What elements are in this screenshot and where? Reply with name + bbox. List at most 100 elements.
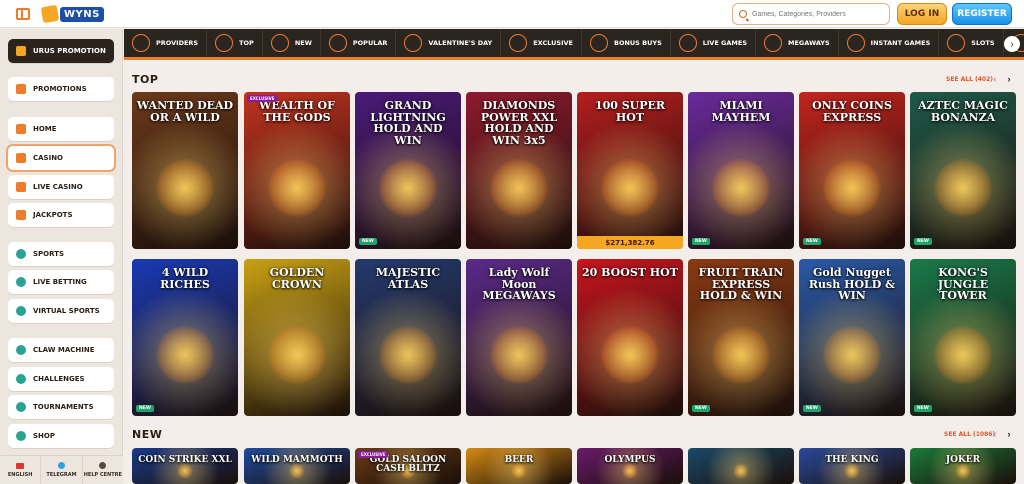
sidebar-item-virtual-sports[interactable]: VIRTUAL SPORTS bbox=[8, 299, 114, 323]
sidebar-item-casino[interactable]: CASINO bbox=[8, 146, 114, 170]
tab-label: INSTANT GAMES bbox=[870, 39, 931, 47]
game-tile[interactable]: WILD MAMMOTH bbox=[244, 448, 350, 484]
sidebar-item-claw-machine[interactable]: CLAW MACHINE bbox=[8, 338, 114, 362]
search-box[interactable] bbox=[732, 3, 890, 25]
game-title: WANTED DEAD OR A WILD bbox=[136, 99, 234, 124]
language-selector[interactable]: ENGLISH bbox=[0, 456, 42, 484]
chevron-right-icon[interactable]: › bbox=[1004, 36, 1020, 52]
telegram-icon bbox=[57, 462, 65, 469]
game-tile[interactable]: WANTED DEAD OR A WILD bbox=[132, 92, 238, 249]
sidebar-toggle-icon[interactable] bbox=[16, 8, 30, 20]
tab-label: NEW bbox=[294, 39, 312, 47]
game-artwork bbox=[711, 157, 771, 218]
game-tile[interactable]: GRAND LIGHTNING HOLD AND WIN NEW bbox=[355, 92, 461, 249]
sidebar-item-sports[interactable]: SPORTS bbox=[8, 242, 114, 266]
car-icon bbox=[16, 46, 26, 56]
logo-text: WYNS bbox=[60, 6, 104, 22]
challenge-icon bbox=[16, 374, 26, 384]
tab-bonus-buys[interactable]: BONUS BUYS bbox=[582, 29, 671, 57]
game-artwork bbox=[267, 324, 327, 385]
game-tile[interactable]: MIAMI MAYHEM NEW bbox=[688, 92, 794, 249]
sidebar-item-label: SPORTS bbox=[33, 250, 65, 258]
tab-exclusive[interactable]: EXCLUSIVE bbox=[501, 29, 582, 57]
help-label: HELP CENTRE bbox=[83, 472, 122, 478]
game-artwork bbox=[933, 324, 993, 385]
game-tile[interactable]: Lady Wolf Moon MEGAWAYS bbox=[466, 259, 572, 416]
telegram-link[interactable]: TELEGRAM bbox=[41, 456, 83, 484]
game-tile[interactable]: OLYMPUS bbox=[577, 448, 683, 484]
tab-instant-games[interactable]: INSTANT GAMES bbox=[839, 29, 940, 57]
game-tile[interactable]: 20 BOOST HOT bbox=[577, 259, 683, 416]
search-icon bbox=[739, 10, 747, 18]
game-tile[interactable]: AZTEC MAGIC BONANZA NEW bbox=[910, 92, 1016, 249]
game-tile[interactable]: DIAMONDS POWER XXL HOLD AND WIN 3x5 bbox=[466, 92, 572, 249]
game-title: WEALTH OF THE GODS bbox=[259, 99, 335, 124]
tab-providers[interactable]: PROVIDERS bbox=[124, 29, 208, 57]
game-tile[interactable]: GOLD SALOON CASH BLITZ EXCLUSIVE bbox=[355, 448, 461, 484]
chevron-right-icon[interactable]: › bbox=[1003, 428, 1015, 440]
game-artwork bbox=[711, 324, 771, 385]
sidebar-item-urus-promotion[interactable]: URUS PROMOTION bbox=[8, 39, 114, 63]
game-tile[interactable] bbox=[688, 448, 794, 484]
language-label: ENGLISH bbox=[7, 471, 33, 478]
sidebar-item-home[interactable]: HOME bbox=[8, 117, 114, 141]
game-artwork bbox=[288, 463, 306, 480]
sidebar-item-label: CLAW MACHINE bbox=[33, 346, 95, 354]
gamepad-icon bbox=[846, 34, 865, 52]
tab-top[interactable]: TOP bbox=[207, 29, 263, 57]
game-title: WILD MAMMOTH bbox=[251, 455, 343, 465]
sidebar-item-promotions[interactable]: PROMOTIONS bbox=[8, 77, 114, 101]
game-title: THE KING bbox=[825, 455, 879, 465]
chevron-left-icon[interactable]: ‹ bbox=[989, 428, 1001, 440]
sidebar-item-shop[interactable]: SHOP bbox=[8, 424, 114, 448]
help-centre-link[interactable]: HELP CENTRE bbox=[83, 456, 123, 484]
register-button[interactable]: REGISTER bbox=[952, 3, 1012, 25]
game-tile[interactable]: MAJESTIC ATLAS bbox=[355, 259, 461, 416]
game-tile[interactable]: GOLDEN CROWN bbox=[244, 259, 350, 416]
see-all-top-link[interactable]: SEE ALL (402) bbox=[946, 76, 993, 83]
game-tile[interactable]: ONLY COINS EXPRESS NEW bbox=[799, 92, 905, 249]
new-badge: NEW bbox=[692, 238, 710, 245]
search-input[interactable] bbox=[752, 10, 882, 18]
new-badge: NEW bbox=[359, 238, 377, 245]
game-tile[interactable]: KONG'S JUNGLE TOWER NEW bbox=[910, 259, 1016, 416]
see-all-new-link[interactable]: SEE ALL (1086) bbox=[944, 431, 995, 438]
top-bar: WYNS LOG IN REGISTER bbox=[0, 0, 1024, 28]
tab-valentines-day[interactable]: VALENTINE'S DAY bbox=[396, 29, 502, 57]
game-tile[interactable]: COIN STRIKE XXL bbox=[132, 448, 238, 484]
game-tile[interactable]: 100 SUPER HOT $271,382.76 bbox=[577, 92, 683, 249]
game-tile[interactable]: Gold Nugget Rush HOLD & WIN NEW bbox=[799, 259, 905, 416]
game-title: GOLDEN CROWN bbox=[269, 266, 325, 291]
game-artwork bbox=[843, 463, 861, 480]
game-tile[interactable]: WEALTH OF THE GODS EXCLUSIVE bbox=[244, 92, 350, 249]
tab-label: VALENTINE'S DAY bbox=[428, 39, 493, 47]
game-tile[interactable]: 4 WILD RICHES NEW bbox=[132, 259, 238, 416]
game-tile[interactable]: JOKER bbox=[910, 448, 1016, 484]
login-button[interactable]: LOG IN bbox=[897, 3, 947, 25]
site-logo[interactable]: WYNS bbox=[40, 4, 104, 24]
game-tile[interactable]: FRUIT TRAIN EXPRESS HOLD & WIN NEW bbox=[688, 259, 794, 416]
new-badge: NEW bbox=[803, 238, 821, 245]
game-artwork bbox=[933, 157, 993, 218]
sidebar-item-tournaments[interactable]: TOURNAMENTS bbox=[8, 395, 114, 419]
game-tile[interactable]: BEER bbox=[466, 448, 572, 484]
game-artwork bbox=[155, 157, 215, 218]
tab-slots[interactable]: SLOTS bbox=[939, 29, 1004, 57]
sidebar-item-live-betting[interactable]: LIVE BETTING bbox=[8, 270, 114, 294]
new-badge: NEW bbox=[914, 405, 932, 412]
flame-icon bbox=[328, 34, 347, 52]
sidebar-item-label: LIVE CASINO bbox=[33, 183, 83, 191]
tab-new[interactable]: NEW bbox=[263, 29, 321, 57]
sidebar-item-jackpots[interactable]: JACKPOTS bbox=[8, 203, 114, 227]
sidebar-item-live-casino[interactable]: LIVE CASINO bbox=[8, 175, 114, 199]
game-artwork bbox=[176, 463, 194, 480]
game-tile[interactable]: THE KING bbox=[799, 448, 905, 484]
chevron-left-icon[interactable]: ‹ bbox=[989, 73, 1001, 85]
tab-live-games[interactable]: LIVE GAMES bbox=[671, 29, 756, 57]
tab-popular[interactable]: POPULAR bbox=[321, 29, 397, 57]
chevron-right-icon[interactable]: › bbox=[1003, 73, 1015, 85]
sidebar-item-challenges[interactable]: CHALLENGES bbox=[8, 367, 114, 391]
tab-megaways[interactable]: MEGAWAYS bbox=[756, 29, 839, 57]
section-title-top: TOP bbox=[132, 73, 159, 86]
megaways-icon bbox=[764, 34, 782, 52]
